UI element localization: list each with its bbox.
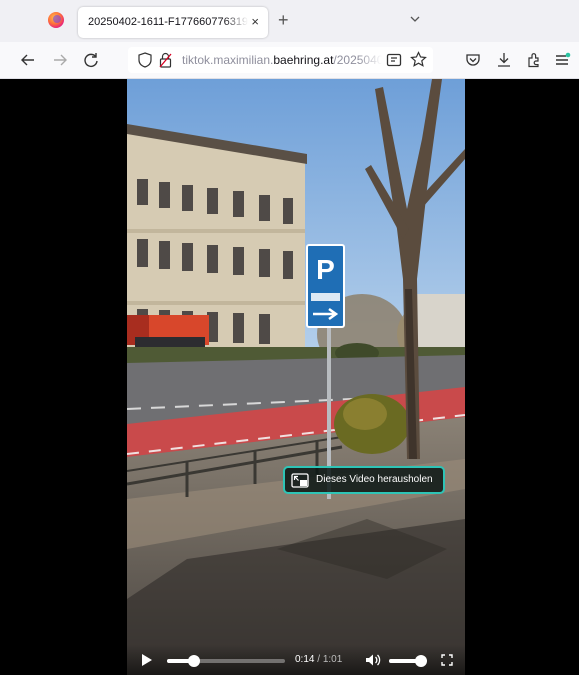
pip-popout-button[interactable]: Dieses Video herausholen — [283, 466, 445, 494]
back-arrow-icon[interactable] — [19, 51, 37, 69]
url-host: baehring.at — [273, 53, 334, 67]
chevron-down-icon[interactable] — [408, 12, 422, 26]
pocket-icon[interactable] — [464, 51, 482, 69]
play-icon[interactable] — [141, 653, 153, 667]
active-tab[interactable]: 20250402-1611-F177660776319745 × — [78, 7, 268, 38]
address-bar[interactable]: tiktok.maximilian.baehring.at/2025040 — [128, 47, 433, 73]
video-player[interactable]: P Dieses Video herausholen 0:14 / 1:01 — [127, 79, 465, 675]
seek-bar[interactable] — [167, 655, 285, 667]
volume-icon[interactable] — [365, 653, 381, 667]
tab-strip: 20250402-1611-F177660776319745 × + — [0, 0, 579, 42]
url-path: /2025040 — [333, 53, 382, 67]
page-content: P Dieses Video herausholen 0:14 / 1:01 — [0, 79, 579, 675]
close-tab-icon[interactable]: × — [251, 15, 259, 29]
video-frame-street-scene: P — [127, 79, 465, 675]
time-separator: / — [314, 654, 323, 665]
volume-slider[interactable] — [389, 655, 428, 667]
url-text: tiktok.maximilian.baehring.at/2025040 — [182, 53, 382, 67]
new-tab-button[interactable]: + — [278, 11, 289, 29]
menu-icon[interactable] — [553, 51, 571, 69]
seek-thumb[interactable] — [188, 655, 201, 667]
pip-icon — [291, 473, 309, 488]
duration: 1:01 — [322, 654, 343, 665]
navigation-toolbar: tiktok.maximilian.baehring.at/2025040 — [0, 42, 579, 79]
lock-icon[interactable] — [159, 52, 172, 68]
fullscreen-icon[interactable] — [441, 654, 453, 666]
reload-icon[interactable] — [82, 51, 100, 69]
volume-thumb[interactable] — [415, 655, 428, 667]
current-time: 0:14 — [295, 654, 315, 665]
video-controls-bar: 0:14 / 1:01 — [127, 645, 465, 675]
time-display: 0:14 / 1:01 — [295, 654, 342, 665]
firefox-logo — [48, 12, 64, 28]
extensions-icon[interactable] — [525, 51, 543, 69]
bookmark-star-icon[interactable] — [410, 51, 427, 68]
svg-text:P: P — [316, 254, 335, 285]
forward-arrow-icon[interactable] — [51, 51, 69, 69]
pip-label: Dieses Video herausholen — [316, 474, 433, 485]
url-prefix: tiktok.maximilian. — [182, 53, 274, 67]
download-icon[interactable] — [495, 51, 513, 69]
tab-title: 20250402-1611-F177660776319745 — [88, 16, 248, 28]
reader-view-icon[interactable] — [386, 52, 402, 68]
shield-icon[interactable] — [138, 52, 152, 68]
